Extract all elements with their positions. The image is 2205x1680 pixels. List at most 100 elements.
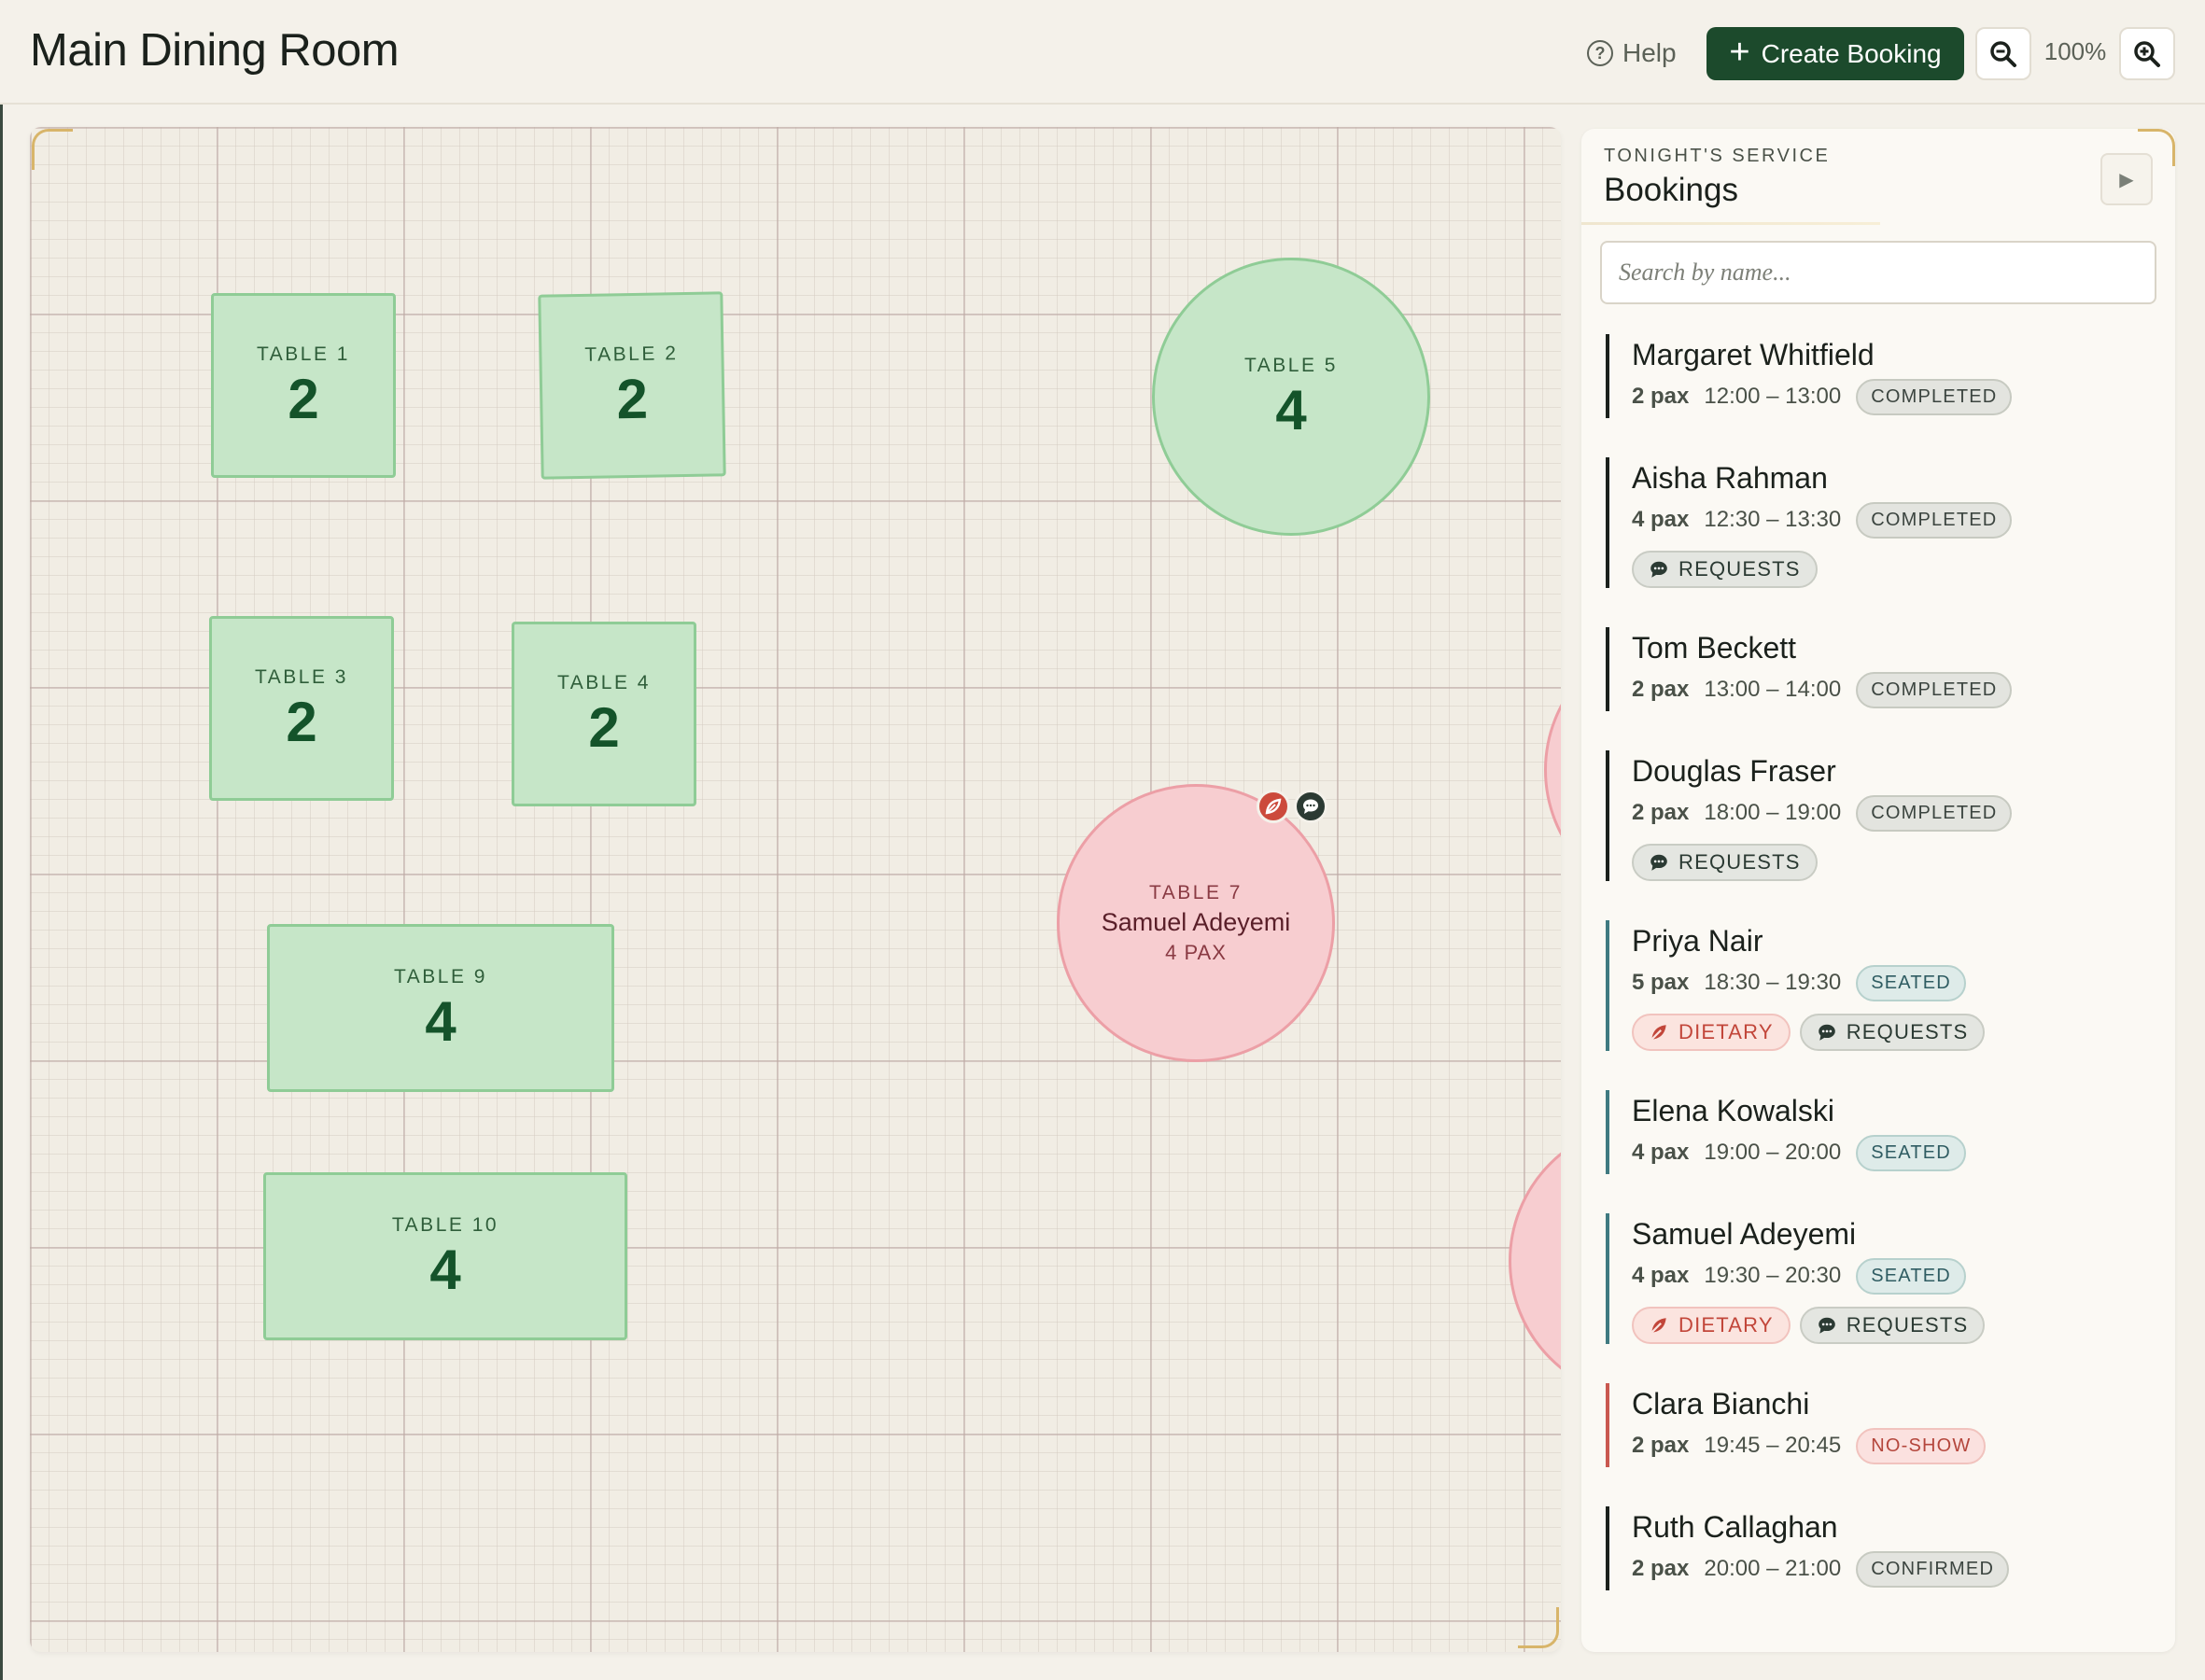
booking-list: Margaret Whitfield 2 pax 12:00 – 13:00 C… <box>1581 334 2175 1630</box>
sidebar-corner-marker <box>2138 129 2175 166</box>
dietary-icon <box>1650 1318 1666 1334</box>
party-size: 2 pax <box>1632 800 1690 825</box>
table-label: TABLE 2 <box>584 342 679 366</box>
booking-time: 20:00 – 21:00 <box>1704 1556 1842 1581</box>
top-bar: Main Dining Room ? Help + Create Booking… <box>0 0 2205 105</box>
booking-item[interactable]: Douglas Fraser 2 pax 18:00 – 19:00 COMPL… <box>1606 750 2175 881</box>
tag-label: REQUESTS <box>1846 1313 1969 1337</box>
bookings-sidebar: TONIGHT'S SERVICE Bookings ▶ Margaret Wh… <box>1581 129 2175 1652</box>
booking-item[interactable]: Aisha Rahman 4 pax 12:30 – 13:30 COMPLET… <box>1606 457 2175 588</box>
help-icon: ? <box>1587 40 1613 66</box>
booking-time: 18:30 – 19:30 <box>1704 970 1842 995</box>
table-label: TABLE 5 <box>1244 354 1338 376</box>
dietary-tag[interactable]: DIETARY <box>1632 1014 1791 1051</box>
tag-label: DIETARY <box>1678 1020 1774 1043</box>
table-capacity: 4 <box>425 989 456 1053</box>
table-capacity: 4 <box>429 1238 461 1301</box>
status-badge: SEATED <box>1856 964 1966 1001</box>
booking-item[interactable]: Samuel Adeyemi 4 pax 19:30 – 20:30 SEATE… <box>1606 1213 2175 1344</box>
dietary-tag[interactable]: DIETARY <box>1632 1307 1791 1344</box>
guest-name: Margaret Whitfield <box>1632 338 1875 371</box>
requests-tag[interactable]: REQUESTS <box>1632 551 1818 588</box>
booking-time: 13:00 – 14:00 <box>1704 677 1842 702</box>
party-size: 4 pax <box>1632 1263 1690 1288</box>
app-root: Main Dining Room ? Help + Create Booking… <box>0 0 2205 1680</box>
party-size: 4 pax <box>1632 507 1690 532</box>
booking-item[interactable]: Margaret Whitfield 2 pax 12:00 – 13:00 C… <box>1606 334 2175 418</box>
table-guest-name: Samuel Adeyemi <box>1101 907 1291 936</box>
booking-time: 19:00 – 20:00 <box>1704 1140 1842 1165</box>
table-6[interactable] <box>1544 631 1561 909</box>
booking-item[interactable]: Priya Nair 5 pax 18:30 – 19:30 SEATED DI… <box>1606 920 2175 1051</box>
dietary-icon <box>1257 790 1290 823</box>
zoom-in-button[interactable] <box>2119 27 2175 80</box>
requests-icon <box>1650 854 1667 871</box>
table-1[interactable]: TABLE 1 2 <box>211 293 396 478</box>
status-badge: COMPLETED <box>1856 501 2013 539</box>
tag-label: REQUESTS <box>1846 1020 1969 1043</box>
status-badge: SEATED <box>1856 1134 1966 1171</box>
table-9[interactable]: TABLE 9 4 <box>267 924 614 1092</box>
booking-item[interactable]: Clara Bianchi 2 pax 19:45 – 20:45 NO-SHO… <box>1606 1383 2175 1467</box>
status-badge: COMPLETED <box>1856 671 2013 708</box>
requests-icon <box>1818 1024 1835 1041</box>
table-label: TABLE 3 <box>255 665 348 688</box>
requests-icon <box>1818 1317 1835 1334</box>
help-label: Help <box>1622 38 1677 67</box>
status-badge: NO-SHOW <box>1856 1427 1987 1464</box>
table-8[interactable] <box>1509 1122 1561 1400</box>
play-icon: ▶ <box>2119 169 2134 190</box>
table-capacity: 2 <box>588 695 620 759</box>
guest-name: Douglas Fraser <box>1632 754 1836 788</box>
zoom-out-icon <box>1990 40 2016 67</box>
tag-label: REQUESTS <box>1678 850 1801 874</box>
table-label: TABLE 7 <box>1149 881 1243 903</box>
party-size: 2 pax <box>1632 384 1690 409</box>
table-pax: 4 PAX <box>1165 940 1227 964</box>
booking-time: 19:30 – 20:30 <box>1704 1263 1842 1288</box>
plus-icon: + <box>1729 32 1750 72</box>
booking-time: 18:00 – 19:00 <box>1704 800 1842 825</box>
create-booking-button[interactable]: + Create Booking <box>1706 27 1964 80</box>
canvas-corner-marker <box>1518 1607 1559 1648</box>
table-4[interactable]: TABLE 4 2 <box>512 622 696 806</box>
party-size: 4 pax <box>1632 1140 1690 1165</box>
requests-icon <box>1650 561 1667 578</box>
table-capacity: 2 <box>288 367 319 430</box>
help-button[interactable]: ? Help <box>1587 34 1677 73</box>
booking-time: 12:00 – 13:00 <box>1704 384 1842 409</box>
requests-tag[interactable]: REQUESTS <box>1799 1014 1986 1051</box>
status-badge: CONFIRMED <box>1856 1550 2010 1588</box>
party-size: 2 pax <box>1632 677 1690 702</box>
zoom-in-icon <box>2134 40 2160 67</box>
floor-plan-canvas[interactable]: TABLE 1 2 TABLE 2 2 TABLE 3 2 TABLE 4 2 … <box>30 127 1561 1652</box>
guest-name: Elena Kowalski <box>1632 1094 1834 1127</box>
booking-time: 19:45 – 20:45 <box>1704 1433 1842 1458</box>
booking-item[interactable]: Ruth Callaghan 2 pax 20:00 – 21:00 CONFI… <box>1606 1506 2175 1590</box>
search-input[interactable] <box>1600 241 2156 304</box>
zoom-level: 100% <box>2043 37 2107 65</box>
table-2[interactable]: TABLE 2 2 <box>538 291 726 480</box>
guest-name: Priya Nair <box>1632 924 1763 958</box>
table-capacity: 2 <box>615 367 649 430</box>
booking-item[interactable]: Tom Beckett 2 pax 13:00 – 14:00 COMPLETE… <box>1606 627 2175 711</box>
requests-tag[interactable]: REQUESTS <box>1632 844 1818 881</box>
table-3[interactable]: TABLE 3 2 <box>209 616 394 801</box>
table-5[interactable]: TABLE 5 4 <box>1152 258 1430 536</box>
table-10[interactable]: TABLE 10 4 <box>263 1172 627 1340</box>
requests-tag[interactable]: REQUESTS <box>1799 1307 1986 1344</box>
status-badge: SEATED <box>1856 1257 1966 1295</box>
booking-item[interactable]: Elena Kowalski 4 pax 19:00 – 20:00 SEATE… <box>1606 1090 2175 1174</box>
requests-icon <box>1294 790 1327 823</box>
table-capacity: 4 <box>1275 378 1307 441</box>
sidebar-title: Bookings <box>1604 172 1738 208</box>
dietary-icon <box>1650 1025 1666 1041</box>
tag-label: DIETARY <box>1678 1313 1774 1337</box>
sidebar-kicker: TONIGHT'S SERVICE <box>1604 146 1831 166</box>
table-7[interactable]: TABLE 7 Samuel Adeyemi 4 PAX <box>1057 784 1335 1062</box>
party-size: 2 pax <box>1632 1556 1690 1581</box>
zoom-out-button[interactable] <box>1975 27 2031 80</box>
canvas-corner-marker <box>32 129 73 170</box>
guest-name: Clara Bianchi <box>1632 1387 1810 1421</box>
status-badge: COMPLETED <box>1856 378 2013 415</box>
